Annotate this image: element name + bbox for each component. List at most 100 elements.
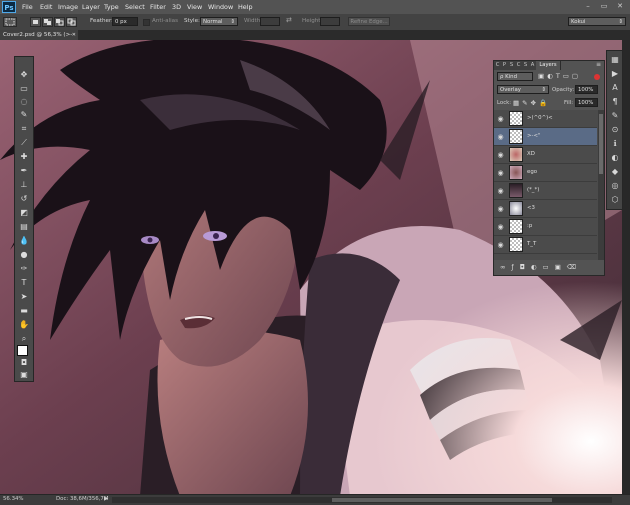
marquee-preset-icon[interactable] [3, 17, 17, 27]
brush-tool-icon[interactable]: ✒ [18, 165, 30, 176]
layer-style-icon[interactable]: ƒ [511, 263, 519, 271]
eye-icon[interactable]: ◉ [496, 115, 505, 123]
layer-row[interactable]: ◉ >(^0^)< [494, 110, 597, 128]
layer-row[interactable]: ◉ <3 [494, 200, 597, 218]
intersect-selection-icon[interactable] [66, 17, 77, 27]
eye-icon[interactable]: ◉ [496, 241, 505, 249]
quick-mask-icon[interactable]: ◘ [18, 357, 30, 368]
lasso-tool-icon[interactable]: ◌ [18, 96, 30, 107]
add-mask-icon[interactable]: ◘ [520, 263, 531, 271]
subtract-selection-icon[interactable] [54, 17, 65, 27]
info-panel-icon[interactable]: ℹ [610, 139, 620, 149]
actions-panel-icon[interactable]: ▶ [610, 69, 620, 79]
menu-help[interactable]: Help [238, 3, 253, 11]
close-button[interactable]: ✕ [614, 2, 626, 11]
clone-source-icon[interactable]: ⊙ [610, 125, 620, 135]
eyedropper-tool-icon[interactable]: ⟋ [18, 137, 30, 148]
brush-panel-icon[interactable]: ✎ [610, 111, 620, 121]
menu-layer[interactable]: Layer [82, 3, 100, 11]
opacity-input[interactable]: 100% [575, 85, 598, 94]
new-selection-icon[interactable] [30, 17, 41, 27]
shape-tool-icon[interactable]: ▬ [18, 305, 30, 316]
zoom-level[interactable]: 56.34% [3, 496, 24, 502]
fill-input[interactable]: 100% [575, 98, 598, 107]
blend-mode-select[interactable]: Overlay ⇕ [497, 85, 549, 94]
channels-panel-icon[interactable]: ◎ [610, 181, 620, 191]
screen-mode-icon[interactable]: ▣ [18, 369, 30, 380]
panel-menu-icon[interactable]: ≡ [596, 61, 601, 68]
marquee-tool-icon[interactable]: ▭ [18, 83, 30, 94]
healing-brush-icon[interactable]: ✚ [18, 151, 30, 162]
pen-tool-icon[interactable]: ✑ [18, 263, 30, 274]
height-input[interactable] [320, 17, 340, 26]
move-tool-icon[interactable]: ✥ [18, 69, 30, 80]
new-group-icon[interactable]: ▭ [543, 263, 555, 271]
layers-scrollbar[interactable] [598, 110, 604, 260]
antialias-checkbox[interactable] [143, 19, 150, 26]
layer-row[interactable]: ◉:p [494, 218, 597, 236]
path-select-icon[interactable]: ➤ [18, 291, 30, 302]
type-tool-icon[interactable]: T [18, 277, 30, 288]
menu-view[interactable]: View [187, 3, 202, 11]
menu-file[interactable]: File [22, 3, 33, 11]
dodge-tool-icon[interactable]: ● [18, 249, 30, 260]
close-tab-icon[interactable]: ✕ [72, 30, 76, 40]
eye-icon[interactable]: ◉ [496, 223, 505, 231]
add-selection-icon[interactable] [42, 17, 53, 27]
layer-row[interactable]: ◉ ego [494, 164, 597, 182]
eraser-tool-icon[interactable]: ◩ [18, 207, 30, 218]
new-layer-icon[interactable]: ▣ [555, 263, 567, 271]
filter-toggle-icon[interactable] [594, 74, 600, 80]
style-select[interactable]: Normal ⇕ [200, 17, 238, 26]
layer-row[interactable]: ◉ T_T [494, 236, 597, 254]
hand-tool-icon[interactable]: ✋ [18, 319, 30, 330]
menu-image[interactable]: Image [58, 3, 78, 11]
paths-panel-icon[interactable]: ⬡ [610, 195, 620, 205]
menu-filter[interactable]: Filter [150, 3, 166, 11]
refine-edge-button[interactable]: Refine Edge... [348, 17, 390, 26]
filter-kind-select[interactable]: ρ Kind [497, 72, 533, 81]
delete-layer-icon[interactable]: ⌫ [567, 263, 582, 271]
clone-stamp-icon[interactable]: ⊥ [18, 179, 30, 190]
paragraph-panel-icon[interactable]: ¶ [610, 97, 620, 107]
layer-row-selected[interactable]: ◉ >-<" [494, 128, 597, 146]
history-panel-icon[interactable]: ▦ [610, 55, 620, 65]
zoom-tool-icon[interactable]: ⌕ [18, 333, 30, 344]
minimize-button[interactable]: – [582, 2, 594, 11]
menu-select[interactable]: Select [125, 3, 145, 11]
layers-panel-icon[interactable]: ◆ [610, 167, 620, 177]
adjustments-panel-icon[interactable]: ◐ [610, 153, 620, 163]
menu-3d[interactable]: 3D [172, 3, 181, 11]
lock-icons[interactable]: ▦✎✥🔒 [513, 99, 550, 107]
filter-icons[interactable]: ▣◐T▭▢ [538, 72, 581, 80]
quick-select-tool-icon[interactable]: ✎ [18, 109, 30, 120]
menu-window[interactable]: Window [208, 3, 233, 11]
menu-edit[interactable]: Edit [40, 3, 52, 11]
layer-row[interactable]: ◉ XD [494, 146, 597, 164]
feather-input[interactable]: 0 px [112, 17, 138, 26]
eye-icon[interactable]: ◉ [496, 151, 505, 159]
crop-tool-icon[interactable]: ⌗ [18, 123, 30, 134]
blur-tool-icon[interactable]: 💧 [18, 235, 30, 246]
character-panel-icon[interactable]: A [610, 83, 620, 93]
status-menu-arrow-icon[interactable]: ▶ [104, 496, 108, 502]
gradient-tool-icon[interactable]: ▤ [18, 221, 30, 232]
eye-icon[interactable]: ◉ [496, 205, 505, 213]
foreground-color-swatch[interactable] [17, 345, 28, 356]
tab-layers[interactable]: Layers [536, 61, 561, 70]
eye-icon[interactable]: ◉ [496, 133, 505, 141]
swap-icon[interactable]: ⇄ [286, 16, 292, 24]
menu-type[interactable]: Type [104, 3, 119, 11]
adjustment-layer-icon[interactable]: ◐ [531, 263, 543, 271]
eye-icon[interactable]: ◉ [496, 169, 505, 177]
eye-icon[interactable]: ◉ [496, 187, 505, 195]
history-brush-icon[interactable]: ↺ [18, 193, 30, 204]
width-input[interactable] [260, 17, 280, 26]
document-tab[interactable]: Cover2.psd @ 56,3% (>-<", CMYK/8) ✕ [0, 30, 78, 48]
doc-size[interactable]: Doc: 38,6M/356,7M [56, 496, 109, 502]
layer-row[interactable]: ◉ (*_*) [494, 182, 597, 200]
horizontal-scrollbar[interactable] [112, 497, 612, 503]
link-layers-icon[interactable]: ∞ [500, 263, 511, 271]
restore-button[interactable]: ▭ [598, 2, 610, 11]
workspace-select[interactable]: Kokui ⇕ [568, 17, 626, 26]
